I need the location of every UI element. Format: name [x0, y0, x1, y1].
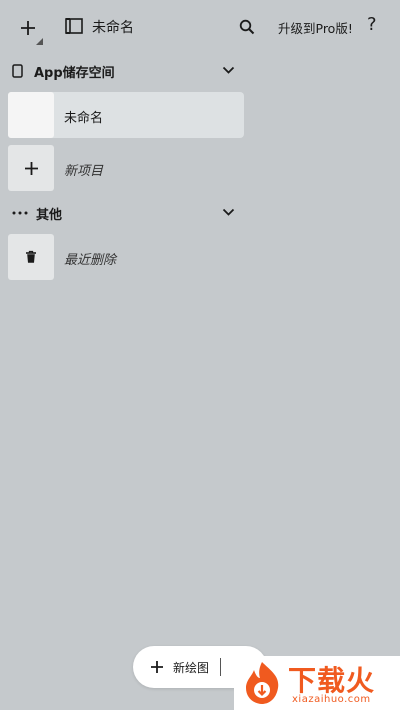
new-project-button[interactable]: 新项目 [8, 145, 244, 191]
watermark-url: xiazaihuo.com [292, 694, 371, 705]
phone-icon [12, 64, 23, 78]
storage-section-label: App储存空间 [34, 66, 115, 81]
watermark-logo-text: 下载火 [288, 664, 376, 697]
corner-indicator-icon [36, 38, 43, 45]
sidebar-toggle-icon [65, 18, 83, 34]
recently-deleted-label: 最近删除 [64, 253, 117, 268]
more-icon [12, 211, 28, 215]
chevron-down-icon [222, 208, 235, 216]
project-thumbnail [8, 92, 54, 138]
plus-icon [151, 661, 163, 673]
plus-icon [24, 161, 38, 175]
search-button[interactable] [236, 16, 258, 38]
chevron-down-icon [222, 66, 235, 74]
new-project-label: 新项目 [64, 164, 104, 179]
recently-deleted-thumb [8, 234, 54, 280]
upgrade-pro-button[interactable]: 升级到Pro版! [278, 18, 353, 37]
help-button[interactable]: ? [367, 14, 377, 35]
new-drawing-button[interactable]: 新绘图 [133, 646, 219, 688]
sidebar-toggle-button[interactable] [64, 16, 84, 36]
search-icon [239, 19, 255, 35]
recently-deleted-item[interactable]: 最近删除 [8, 234, 244, 280]
watermark-logo: 下载火 xiazaihuo.com [234, 656, 400, 710]
other-section-header[interactable]: 其他 [10, 202, 238, 224]
project-item-untitled[interactable]: 未命名 [8, 92, 244, 138]
new-project-thumb [8, 145, 54, 191]
document-title[interactable]: 未命名 [92, 17, 134, 37]
flame-logo-icon [246, 662, 279, 704]
plus-icon [21, 21, 35, 35]
project-item-label: 未命名 [64, 111, 104, 126]
storage-section-header[interactable]: App储存空间 [10, 60, 238, 82]
pill-divider [220, 658, 221, 676]
other-section-label: 其他 [36, 208, 63, 223]
trash-icon [26, 250, 36, 263]
new-drawing-label: 新绘图 [173, 661, 210, 675]
